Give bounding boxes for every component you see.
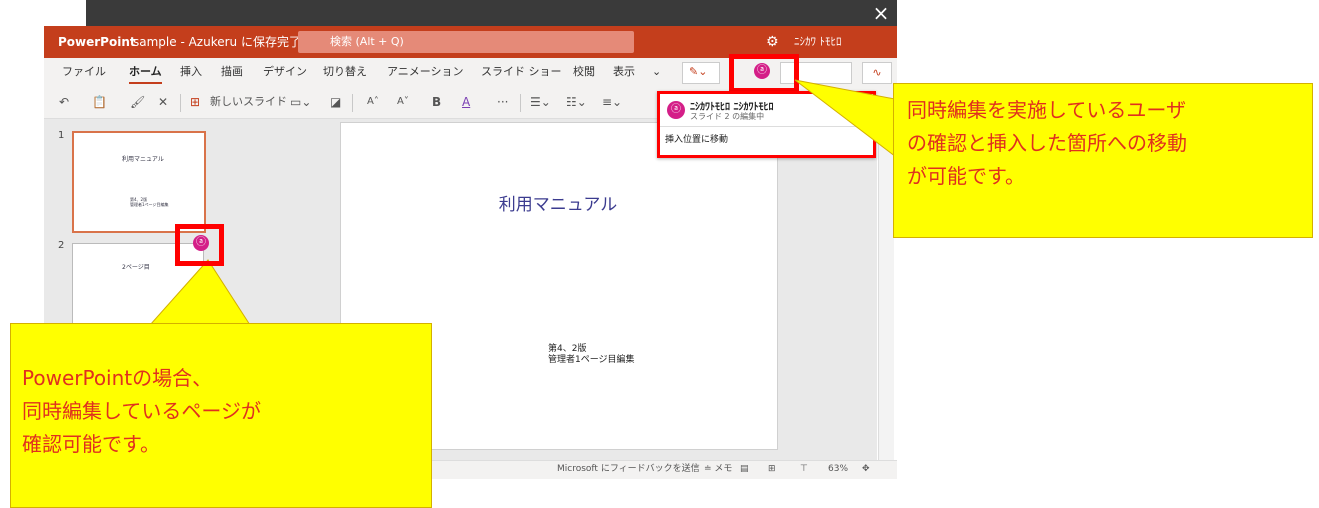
callout-left-line3: 確認可能です。	[22, 432, 160, 456]
person-icon: ⓐ	[193, 235, 209, 251]
callout-left-text: PowerPointの場合、 同時編集しているページが 確認可能です。	[22, 362, 261, 461]
callout-left-line1: PowerPointの場合、	[22, 366, 213, 390]
callout-left-line2: 同時編集しているページが	[22, 399, 261, 423]
callout-right-line3: が可能です。	[907, 164, 1025, 188]
callout-right-text: 同時編集を実施しているユーザ の確認と挿入した箇所への移動 が可能です。	[907, 94, 1187, 193]
callout-right-line2: の確認と挿入した箇所への移動	[907, 131, 1187, 155]
callout-right-line1: 同時編集を実施しているユーザ	[907, 98, 1186, 122]
